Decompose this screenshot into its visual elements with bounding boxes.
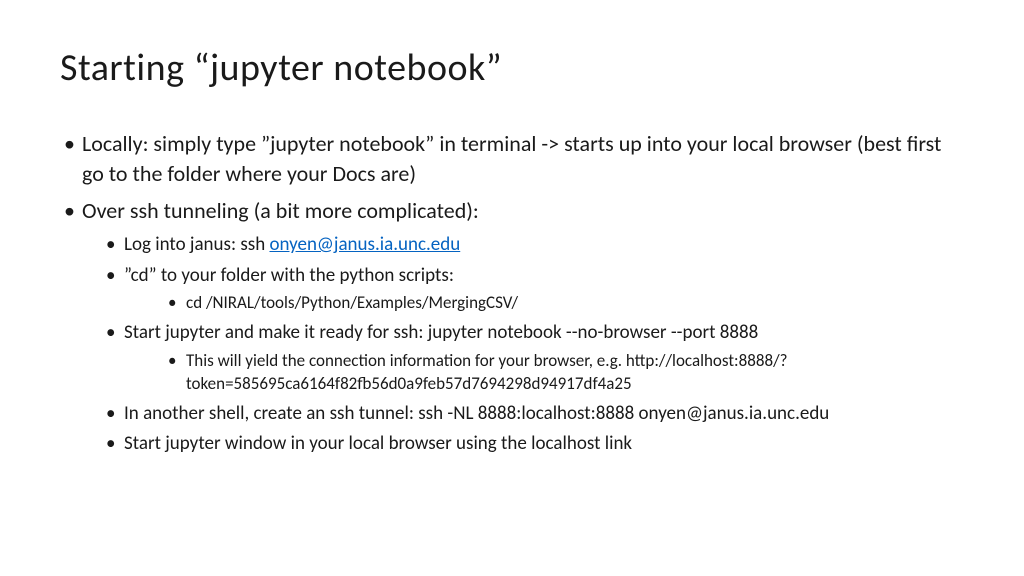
list-item-text: ”cd” to your folder with the python scri… [124,264,454,287]
list-item: Start jupyter window in your local brows… [82,431,964,457]
list-item: cd /NIRAL/tools/Python/Examples/MergingC… [124,292,964,315]
list-item-text: Over ssh tunneling (a bit more complicat… [82,197,479,224]
bullet-list-nested-2: This will yield the connection informati… [124,350,964,396]
slide-title: Starting “jupyter notebook” [60,45,964,91]
list-item: In another shell, create an ssh tunnel: … [82,401,964,427]
bullet-list-nested: Log into janus: ssh onyen@janus.ia.unc.e… [82,232,964,457]
ssh-link[interactable]: onyen@janus.ia.unc.edu [269,233,460,256]
list-item: Locally: simply type ”jupyter notebook” … [60,129,964,188]
list-item-text: Start jupyter and make it ready for ssh:… [124,321,758,344]
list-item: This will yield the connection informati… [124,350,964,396]
list-item-text: Log into janus: ssh [124,233,269,256]
list-item: Start jupyter and make it ready for ssh:… [82,320,964,396]
list-item: Over ssh tunneling (a bit more complicat… [60,196,964,457]
list-item: ”cd” to your folder with the python scri… [82,263,964,316]
list-item: Log into janus: ssh onyen@janus.ia.unc.e… [82,232,964,258]
bullet-list-nested-2: cd /NIRAL/tools/Python/Examples/MergingC… [124,292,964,315]
bullet-list: Locally: simply type ”jupyter notebook” … [60,129,964,457]
